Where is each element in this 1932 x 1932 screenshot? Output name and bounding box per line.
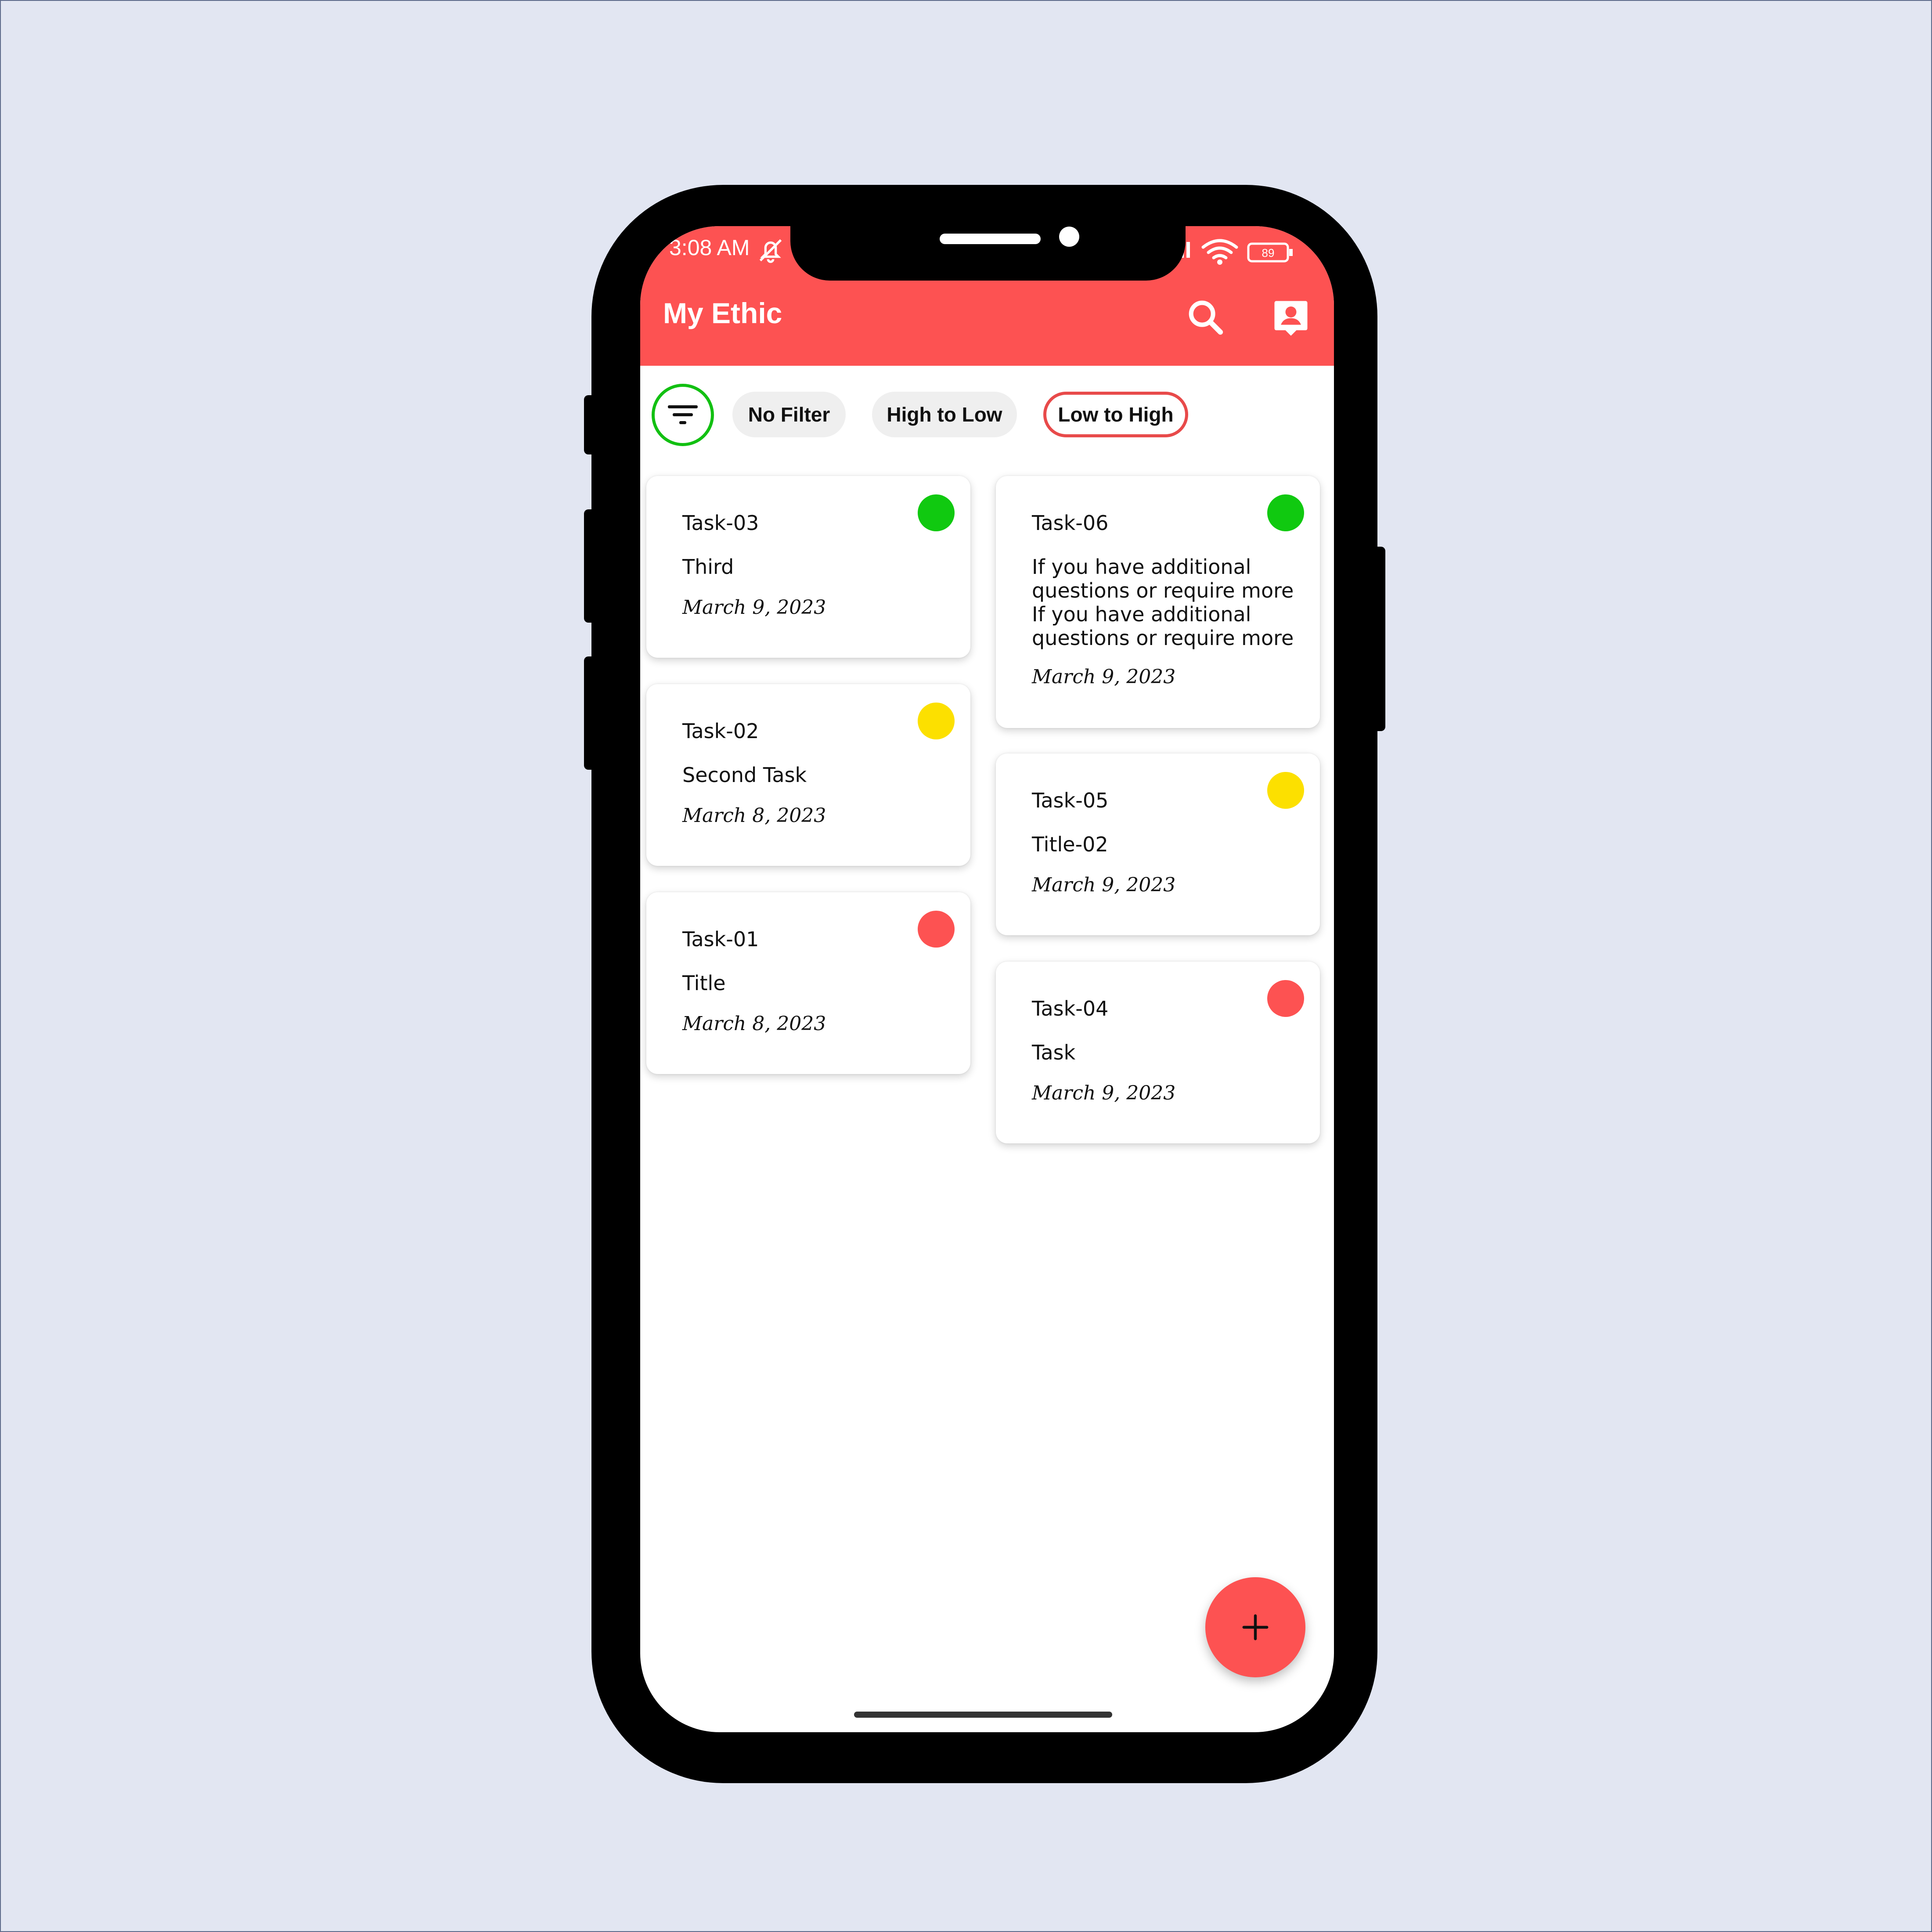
- task-description: Task: [1032, 1041, 1076, 1064]
- phone-power-button: [1372, 547, 1385, 731]
- home-indicator[interactable]: [854, 1712, 1112, 1718]
- filter-list-icon: [668, 405, 698, 424]
- task-date: March 8, 2023: [682, 804, 826, 827]
- filter-button[interactable]: [652, 384, 714, 446]
- search-icon: [1189, 300, 1223, 335]
- task-card[interactable]: Task-03 Third March 9, 2023: [646, 476, 970, 658]
- phone-side-button: [584, 395, 597, 454]
- task-card[interactable]: Task-06 If you have additional questions…: [996, 476, 1320, 728]
- mute-icon: [759, 239, 782, 263]
- priority-indicator: [918, 703, 955, 739]
- status-indicators: 89: [1180, 239, 1293, 265]
- app-title: My Ethic: [663, 297, 782, 329]
- svg-text:89: 89: [1262, 246, 1275, 260]
- task-card[interactable]: Task-04 Task March 9, 2023: [996, 962, 1320, 1143]
- task-date: March 9, 2023: [1032, 666, 1176, 688]
- plus-icon: [1242, 1614, 1269, 1640]
- priority-indicator: [918, 494, 955, 531]
- task-card[interactable]: Task-02 Second Task March 8, 2023: [646, 684, 970, 866]
- task-date: March 8, 2023: [682, 1013, 826, 1035]
- profile-button[interactable]: [1269, 296, 1313, 339]
- wifi-icon: [1201, 239, 1238, 260]
- account-box-icon: [1274, 301, 1308, 336]
- task-name: Task-04: [1032, 997, 1109, 1020]
- task-name: Task-01: [682, 927, 759, 951]
- task-description: Third: [682, 555, 734, 579]
- phone-side-button: [584, 656, 597, 770]
- priority-indicator: [1267, 980, 1304, 1017]
- task-description: If you have additional questions or requ…: [1032, 555, 1294, 650]
- add-task-button[interactable]: [1205, 1577, 1305, 1677]
- task-card[interactable]: Task-01 Title March 8, 2023: [646, 892, 970, 1074]
- phone-side-button: [584, 509, 597, 623]
- task-date: March 9, 2023: [1032, 874, 1176, 896]
- battery-icon: 89: [1247, 242, 1293, 263]
- status-time: 3:08 AM: [669, 235, 750, 260]
- chip-high-to-low[interactable]: High to Low: [872, 392, 1017, 437]
- task-description: Title-02: [1032, 833, 1108, 856]
- search-button[interactable]: [1184, 296, 1228, 339]
- task-name: Task-05: [1032, 789, 1109, 812]
- chip-no-filter[interactable]: No Filter: [732, 392, 846, 437]
- task-name: Task-06: [1032, 511, 1109, 535]
- task-name: Task-03: [682, 511, 759, 535]
- task-date: March 9, 2023: [1032, 1082, 1176, 1104]
- priority-indicator: [918, 911, 955, 948]
- priority-indicator: [1267, 494, 1304, 531]
- task-date: March 9, 2023: [682, 596, 826, 619]
- priority-indicator: [1267, 772, 1304, 809]
- task-card[interactable]: Task-05 Title-02 March 9, 2023: [996, 753, 1320, 935]
- task-name: Task-02: [682, 719, 759, 743]
- phone-camera: [1059, 227, 1079, 247]
- task-description: Second Task: [682, 763, 807, 787]
- task-description: Title: [682, 971, 726, 995]
- phone-notch: [790, 185, 1186, 281]
- chip-low-to-high[interactable]: Low to High: [1043, 392, 1188, 437]
- phone-speaker: [940, 234, 1041, 244]
